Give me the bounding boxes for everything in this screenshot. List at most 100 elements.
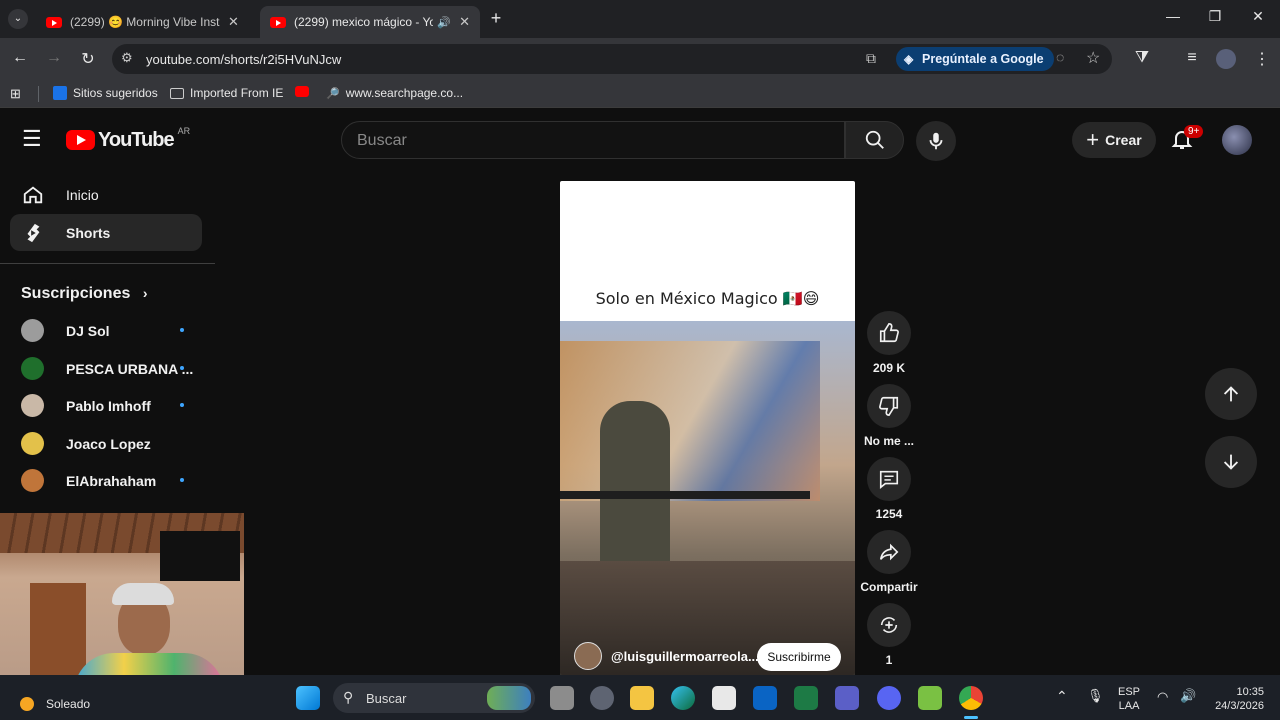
youtube-header: ☰ YouTube AR + Crear 9+ (0, 114, 1280, 166)
subscription-item[interactable]: ElAbrahaham (10, 462, 202, 499)
forward-icon[interactable]: → (42, 49, 66, 67)
arrow-up-icon (1223, 386, 1239, 402)
weather-text[interactable]: Soleado (46, 697, 90, 711)
teams-icon[interactable] (835, 686, 859, 710)
subscriptions-heading[interactable]: Suscripciones › (21, 285, 148, 303)
account-avatar[interactable] (1222, 125, 1252, 155)
edge-icon[interactable] (671, 686, 695, 710)
excel-icon[interactable] (794, 686, 818, 710)
microphone-tray-icon[interactable]: 🎙 (1087, 688, 1104, 704)
discord-icon[interactable] (877, 686, 901, 710)
remix-action[interactable]: 1 (866, 603, 912, 667)
hamburger-menu-icon[interactable]: ☰ (22, 126, 42, 152)
apps-grid-icon[interactable]: ⊞ (10, 86, 21, 102)
channel-avatar[interactable] (574, 642, 602, 670)
bookmark-searchpage[interactable]: 🔎 www.searchpage.co... (326, 86, 463, 100)
close-tab-icon[interactable]: ✕ (459, 14, 470, 30)
channel-name: Pablo Imhoff (66, 398, 151, 414)
weather-icon[interactable] (20, 697, 34, 711)
system-clock[interactable]: 10:35 24/3/2026 (1206, 685, 1264, 713)
taskbar-search[interactable]: ⚲ Buscar (333, 683, 535, 713)
minimize-icon[interactable]: — (1158, 8, 1188, 24)
input-language[interactable]: ESP LAA (1118, 685, 1140, 713)
file-explorer-icon[interactable] (630, 686, 654, 710)
channel-avatar (21, 357, 44, 380)
subscription-item[interactable]: PESCA URBANA ... (10, 350, 202, 387)
menu-kebab-icon[interactable]: ⋮ (1250, 49, 1274, 69)
close-tab-icon[interactable]: ✕ (228, 14, 239, 30)
browser-tab-2[interactable]: (2299) mexico mágico - You 🔊 ✕ (260, 6, 480, 38)
back-icon[interactable]: ← (8, 49, 32, 67)
start-windows-icon[interactable] (296, 686, 320, 710)
remix-icon (880, 617, 898, 633)
like-action[interactable]: 209 K (866, 311, 912, 375)
notifications-button[interactable]: 9+ (1170, 125, 1204, 153)
like-button[interactable] (867, 311, 911, 355)
chrome-pinned-icon[interactable] (590, 686, 614, 710)
short-video-player[interactable]: Solo en México Magico 🇲🇽😄 @luisguillermo… (560, 181, 855, 675)
sidebar-item-shorts[interactable]: Shorts (10, 214, 202, 251)
task-view-icon[interactable] (550, 686, 574, 710)
outlook-icon[interactable] (753, 686, 777, 710)
comment-icon (879, 470, 899, 489)
plus-icon: + (1086, 127, 1100, 152)
previous-short-button[interactable] (1205, 368, 1257, 420)
subscription-item[interactable]: Pablo Imhoff (10, 387, 202, 424)
share-action[interactable]: Compartir (860, 530, 918, 594)
media-controls-icon[interactable]: ≡ (1180, 49, 1204, 67)
bookmark-label: www.searchpage.co... (345, 86, 464, 100)
subscription-item[interactable]: Joaco Lopez (10, 425, 202, 462)
omnibox[interactable]: ⚙ youtube.com/shorts/r2i5HVuNJcw ⧉ ◈ Pre… (112, 44, 1112, 74)
comment-button[interactable] (867, 457, 911, 501)
bookmark-youtube[interactable] (295, 86, 315, 97)
chevron-up-icon[interactable]: ⌃ (1056, 688, 1068, 705)
site-settings-icon[interactable]: ⚙ (121, 50, 133, 66)
bookmark-label: Imported From IE (190, 86, 284, 100)
voice-search-button[interactable] (916, 121, 956, 161)
create-button[interactable]: + Crear (1072, 122, 1156, 158)
tab-search-dropdown[interactable]: ⌄ (8, 9, 28, 29)
install-app-icon[interactable]: ⧉ (866, 50, 876, 67)
channel-handle[interactable]: @luisguillermoarreola... (611, 649, 759, 664)
wifi-icon[interactable]: ◠ (1157, 689, 1168, 705)
url-text[interactable]: youtube.com/shorts/r2i5HVuNJcw (146, 52, 341, 67)
browser-tab-bar: ⌄ (2299) 😊 Morning Vibe Instrum ✕ (2299)… (0, 0, 1280, 38)
bookmark-sitios-sugeridos[interactable]: Sitios sugeridos (53, 86, 158, 100)
eye-off-icon[interactable]: ◌ (1056, 49, 1064, 65)
new-tab-button[interactable]: + (486, 8, 506, 29)
remix-button[interactable] (867, 603, 911, 647)
comment-count: 1254 (875, 507, 903, 521)
restore-icon[interactable]: ❐ (1200, 8, 1230, 25)
home-icon (23, 186, 43, 204)
chrome-active-icon[interactable] (959, 686, 983, 710)
store-icon[interactable] (712, 686, 736, 710)
close-window-icon[interactable]: ✕ (1243, 8, 1273, 25)
share-button[interactable] (867, 530, 911, 574)
search-input[interactable] (357, 130, 827, 152)
subscribe-button[interactable]: Suscribirme (757, 643, 841, 671)
subscription-item[interactable]: DJ Sol (10, 312, 202, 349)
bookmark-imported-from-ie[interactable]: Imported From IE (170, 86, 283, 100)
sidebar-divider (0, 263, 215, 264)
ask-google-button[interactable]: ◈ Pregúntale a Google (896, 47, 1054, 71)
video-frame[interactable] (560, 321, 855, 675)
speaker-icon[interactable]: 🔊 (437, 16, 451, 29)
short-caption: Solo en México Magico 🇲🇽😄 (595, 289, 820, 308)
dislike-action[interactable]: No me ... (864, 384, 914, 448)
clock-date: 24/3/2026 (1215, 700, 1264, 712)
search-button[interactable] (845, 121, 904, 159)
youtube-logo[interactable]: YouTube AR (66, 126, 190, 151)
next-short-button[interactable] (1205, 436, 1257, 488)
comment-action[interactable]: 1254 (866, 457, 912, 521)
sidebar-item-label: Shorts (66, 224, 111, 241)
reload-icon[interactable]: ↻ (76, 49, 100, 69)
android-app-icon[interactable] (918, 686, 942, 710)
profile-avatar[interactable] (1216, 49, 1236, 69)
bookmark-star-icon[interactable]: ☆ (1086, 48, 1100, 68)
extensions-icon[interactable]: ⧩ (1130, 49, 1154, 67)
sidebar-item-inicio[interactable]: Inicio (10, 176, 202, 213)
volume-icon[interactable]: 🔊 (1180, 688, 1196, 704)
dislike-button[interactable] (867, 384, 911, 428)
mural-image (560, 341, 820, 501)
browser-tab-1[interactable]: (2299) 😊 Morning Vibe Instrum ✕ (36, 6, 258, 38)
